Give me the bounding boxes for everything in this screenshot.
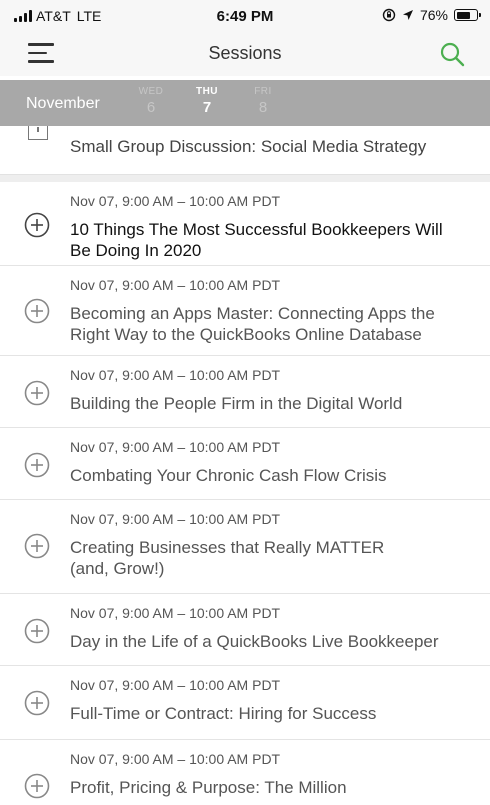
title-line: 10 Things The Most Successful Bookkeeper… <box>70 220 443 239</box>
session-row[interactable]: Nov 07, 9:00 AM – 10:00 AM PDT Becoming … <box>0 266 490 356</box>
title-line: Combating Your Chronic Cash Flow Crisis <box>70 466 387 485</box>
session-time: Nov 07, 9:00 AM – 10:00 AM PDT <box>70 605 281 621</box>
day-thu[interactable]: THU 7 <box>187 86 227 116</box>
day-fri[interactable]: FRI 8 <box>243 86 283 116</box>
session-row[interactable]: Nov 07, 9:00 AM – 10:00 AM PDT Day in th… <box>0 594 490 666</box>
status-bar: AT&T LTE 6:49 PM 76% <box>0 0 490 32</box>
add-session-icon[interactable] <box>24 380 50 406</box>
session-row[interactable]: Nov 07, 9:00 AM – 10:00 AM PDT 10 Things… <box>0 182 490 266</box>
add-session-icon[interactable] <box>24 452 50 478</box>
title-line: Be Doing In 2020 <box>70 241 202 260</box>
day-number: 6 <box>146 99 156 116</box>
title-line: (and, Grow!) <box>70 559 165 578</box>
session-time: Nov 07, 9:00 AM – 10:00 AM PDT <box>70 511 281 527</box>
day-of-week: FRI <box>254 86 272 97</box>
add-session-icon[interactable] <box>24 618 50 644</box>
session-title: Creating Businesses that Really MATTER (… <box>70 537 475 579</box>
day-number: 7 <box>202 99 212 116</box>
divider <box>0 174 490 182</box>
session-title: Day in the Life of a QuickBooks Live Boo… <box>70 631 475 652</box>
session-list[interactable]: Small Group Discussion: Social Media Str… <box>0 126 490 805</box>
battery-icon <box>454 9 481 21</box>
location-arrow-icon <box>402 10 413 20</box>
title-line: Becoming an Apps Master: Connecting Apps… <box>70 304 435 323</box>
add-session-icon[interactable] <box>24 298 50 324</box>
session-title: Profit, Pricing & Purpose: The Million <box>70 777 475 798</box>
search-icon[interactable] <box>438 40 466 68</box>
session-title: Full-Time or Contract: Hiring for Succes… <box>70 703 475 724</box>
day-of-week: WED <box>138 86 164 97</box>
session-row[interactable]: Nov 07, 9:00 AM – 10:00 AM PDT Full-Time… <box>0 666 490 740</box>
session-row[interactable]: Nov 07, 9:00 AM – 10:00 AM PDT Building … <box>0 356 490 428</box>
nav-bar: Sessions <box>0 32 490 76</box>
status-right: 76% <box>382 7 481 23</box>
session-row[interactable]: Nov 07, 9:00 AM – 10:00 AM PDT Combating… <box>0 428 490 500</box>
page-title: Sessions <box>208 43 282 63</box>
battery-percent: 76% <box>419 7 448 23</box>
title-line: Profit, Pricing & Purpose: The Million <box>70 778 347 797</box>
session-row[interactable]: Nov 07, 9:00 AM – 10:00 AM PDT Creating … <box>0 500 490 594</box>
title-line: Full-Time or Contract: Hiring for Succes… <box>70 704 377 723</box>
session-time: Nov 07, 9:00 AM – 10:00 AM PDT <box>70 277 281 293</box>
add-session-icon[interactable] <box>24 212 50 238</box>
session-row[interactable]: Nov 07, 9:00 AM – 10:00 AM PDT Profit, P… <box>0 740 490 805</box>
title-line: Building the People Firm in the Digital … <box>70 394 403 413</box>
day-number: 8 <box>258 99 268 116</box>
add-session-icon[interactable] <box>24 533 50 559</box>
month-label: November <box>26 95 100 112</box>
day-of-week: THU <box>195 86 219 97</box>
list-item[interactable]: Small Group Discussion: Social Media Str… <box>0 126 490 174</box>
session-time: Nov 07, 9:00 AM – 10:00 AM PDT <box>70 677 281 693</box>
session-title: Combating Your Chronic Cash Flow Crisis <box>70 465 475 486</box>
title-line: Creating Businesses that Really MATTER <box>70 538 385 557</box>
add-session-icon[interactable] <box>24 773 50 799</box>
session-title: Building the People Firm in the Digital … <box>70 393 475 414</box>
calendar-icon <box>28 126 48 140</box>
session-time: Nov 07, 9:00 AM – 10:00 AM PDT <box>70 193 281 209</box>
day-wed[interactable]: WED 6 <box>131 86 171 116</box>
orientation-lock-icon <box>382 8 396 22</box>
session-title: Becoming an Apps Master: Connecting Apps… <box>70 303 475 345</box>
date-strip: November WED 6 THU 7 FRI 8 <box>0 80 490 126</box>
session-title: 10 Things The Most Successful Bookkeeper… <box>70 219 475 261</box>
session-time: Nov 07, 9:00 AM – 10:00 AM PDT <box>70 439 281 455</box>
session-title: Small Group Discussion: Social Media Str… <box>70 137 427 156</box>
add-session-icon[interactable] <box>24 690 50 716</box>
session-time: Nov 07, 9:00 AM – 10:00 AM PDT <box>70 367 281 383</box>
title-line: Day in the Life of a QuickBooks Live Boo… <box>70 632 439 651</box>
title-line: Right Way to the QuickBooks Online Datab… <box>70 325 422 344</box>
session-time: Nov 07, 9:00 AM – 10:00 AM PDT <box>70 751 281 767</box>
